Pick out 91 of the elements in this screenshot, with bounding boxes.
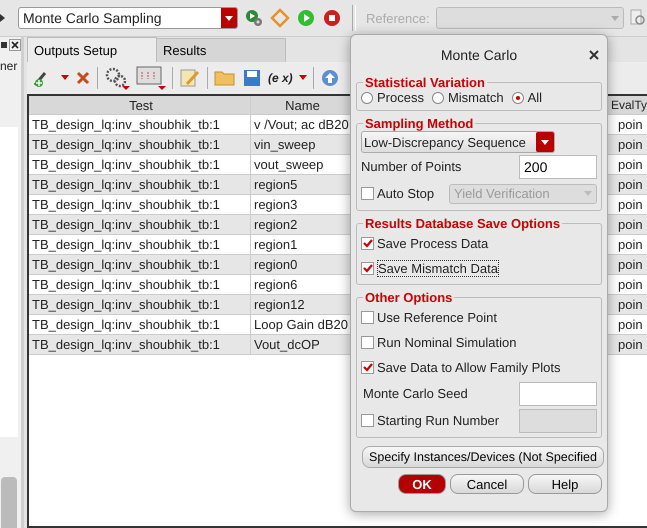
arrow-icon[interactable] <box>0 14 5 22</box>
field-label: Number of Points <box>361 159 462 174</box>
table-cell: TB_design_lq:inv_shoubhik_tb:1 <box>29 235 251 254</box>
stop-icon[interactable] <box>322 8 342 28</box>
table-cell-text: Loop Gain dB20 <box>253 316 349 334</box>
table-cell-text: region5 <box>253 176 298 194</box>
save-icon[interactable] <box>242 68 262 88</box>
group-title: Results Database Save Options <box>364 216 562 231</box>
column-header[interactable]: Test <box>29 96 251 114</box>
table-cell-text: poin <box>617 216 644 234</box>
table-cell: TB_design_lq:inv_shoubhik_tb:1 <box>29 295 251 314</box>
gears-icon[interactable] <box>104 66 130 90</box>
checkbox-option[interactable]: Starting Run Number <box>361 413 500 428</box>
table-cell-text: v /Vout; ac dB20 <box>253 116 350 134</box>
checkmark-icon <box>362 239 372 248</box>
mode-dropdown[interactable]: Monte Carlo Sampling <box>18 7 238 29</box>
table-cell-text: region2 <box>253 216 298 234</box>
delete-icon[interactable] <box>75 70 91 86</box>
run-number-field[interactable] <box>519 408 597 432</box>
group-title: Other Options <box>364 290 454 305</box>
expression-button[interactable]: (e x) <box>268 71 293 85</box>
checkbox-option[interactable]: Auto Stop <box>361 186 434 201</box>
checkbox-option[interactable]: Save Mismatch Data <box>361 256 597 281</box>
play-icon[interactable] <box>296 8 316 28</box>
table-cell-text: region0 <box>253 256 298 274</box>
table-cell: TB_design_lq:inv_shoubhik_tb:1 <box>29 255 251 274</box>
radio-option[interactable]: Mismatch <box>432 90 504 105</box>
table-cell-text: region3 <box>253 196 298 214</box>
reference-label: Reference: <box>366 10 430 26</box>
checkbox-option[interactable]: Save Data to Allow Family Plots <box>361 355 597 380</box>
table-cell-text: vout_sweep <box>253 156 324 174</box>
column-header[interactable]: Name <box>251 96 351 114</box>
table-cell-text: poin <box>617 316 644 334</box>
table-cell-text: vin_sweep <box>253 136 316 154</box>
dialog-button[interactable]: Cancel <box>450 474 524 494</box>
tab[interactable]: Results <box>156 38 286 62</box>
specify-button[interactable]: Specify Instances/Devices (Not Specified <box>362 446 604 468</box>
radio-option[interactable]: All <box>512 90 542 105</box>
scrollbar[interactable] <box>1 477 17 528</box>
table-cell-text: region6 <box>253 276 298 294</box>
gear-play-icon[interactable] <box>244 8 264 28</box>
table-cell-text: Vout_dcOP <box>253 336 321 354</box>
table-cell: TB_design_lq:inv_shoubhik_tb:1 <box>29 175 251 194</box>
group-title: Statistical Variation <box>364 75 486 90</box>
table-cell-text: poin <box>617 156 644 174</box>
dialog-button[interactable]: OK <box>398 474 446 494</box>
table-cell-text: region1 <box>253 236 298 254</box>
caret-icon <box>584 191 592 196</box>
table-cell: TB_design_lq:inv_shoubhik_tb:1 <box>29 155 251 174</box>
method-dropdown[interactable]: Low-Discrepancy Sequence <box>361 131 555 153</box>
tab[interactable]: Outputs Setup <box>27 37 157 62</box>
table-cell-text: poin <box>617 196 644 214</box>
checkmark-icon <box>362 264 372 273</box>
table-cell-text: poin <box>617 136 644 154</box>
table-cell: TB_design_lq:inv_shoubhik_tb:1 <box>29 115 251 134</box>
field-label: Monte Carlo Seed <box>362 386 468 401</box>
table-cell: TB_design_lq:inv_shoubhik_tb:1 <box>29 195 251 214</box>
table-cell: TB_design_lq:inv_shoubhik_tb:1 <box>29 335 251 354</box>
checkbox-option[interactable]: Save Process Data <box>361 231 597 256</box>
table-cell-text: poin <box>617 336 644 354</box>
table-cell: TB_design_lq:inv_shoubhik_tb:1 <box>29 275 251 294</box>
panel-icon[interactable] <box>136 66 166 90</box>
group-title: Sampling Method <box>364 116 474 131</box>
checkbox-option[interactable]: Use Reference Point <box>361 305 597 330</box>
dialog-title: Monte Carlo <box>440 47 518 63</box>
edit-icon[interactable] <box>179 67 201 89</box>
table-cell-text: region12 <box>253 296 306 314</box>
table-cell-text: poin <box>617 296 644 314</box>
checkmark-icon <box>362 363 372 372</box>
dialog-button[interactable]: Help <box>528 474 602 494</box>
panel-label: ner <box>0 59 18 73</box>
table-cell-text: poin <box>617 176 644 194</box>
caret-icon <box>225 16 233 20</box>
table-cell-text: poin <box>617 256 644 274</box>
table-cell: TB_design_lq:inv_shoubhik_tb:1 <box>29 315 251 334</box>
caret-icon[interactable] <box>61 75 69 81</box>
table-cell-text: poin <box>617 236 644 254</box>
restore-icon[interactable] <box>0 40 8 50</box>
table-cell: TB_design_lq:inv_shoubhik_tb:1 <box>29 135 251 154</box>
checkbox-option[interactable]: Run Nominal Simulation <box>361 330 597 355</box>
caret-icon <box>541 140 549 144</box>
seed-field[interactable] <box>519 382 597 406</box>
close-button[interactable] <box>9 39 21 51</box>
table-cell-text: poin <box>617 276 644 294</box>
radio-option[interactable]: Process <box>361 90 424 105</box>
caret-icon[interactable] <box>298 75 307 81</box>
table-cell-text: poin <box>617 116 644 134</box>
column-header[interactable]: EvalTy <box>610 96 647 114</box>
points-field[interactable]: 200 <box>519 154 597 178</box>
caret-icon <box>610 16 619 20</box>
table-cell: TB_design_lq:inv_shoubhik_tb:1 <box>29 215 251 234</box>
